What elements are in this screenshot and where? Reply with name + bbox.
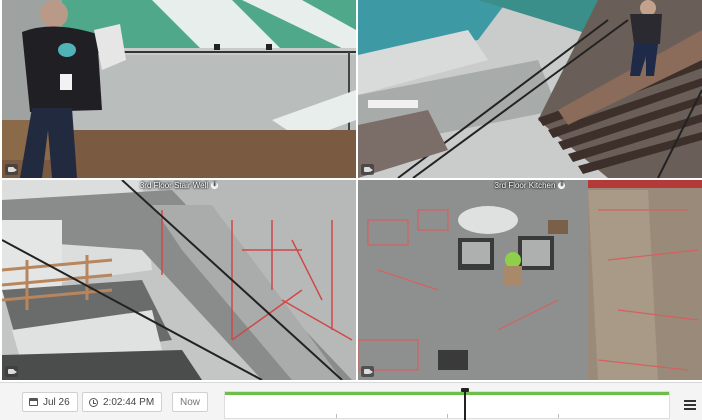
now-button[interactable]: Now bbox=[172, 392, 208, 412]
timeline-tick bbox=[447, 414, 448, 418]
camera-name: 3rd Floor Stair Well bbox=[139, 181, 209, 190]
time-picker-button[interactable]: 2:02:44 PM bbox=[82, 392, 162, 412]
camera-icon[interactable] bbox=[5, 366, 18, 377]
camera-tile-2[interactable] bbox=[358, 0, 702, 178]
recorded-segment bbox=[225, 392, 669, 395]
camera-tile-3[interactable]: 3rd Floor Stair Well i bbox=[2, 180, 356, 380]
camera-label-3: 3rd Floor Stair Well i bbox=[2, 181, 356, 190]
calendar-icon bbox=[29, 398, 38, 407]
timeline-tick bbox=[558, 414, 559, 418]
camera-label-4: 3rd Floor Kitchen i bbox=[358, 181, 702, 190]
video-wall-app: 3rd Floor Stair Well i 3rd Floor Kitchen… bbox=[0, 0, 702, 420]
time-label: 2:02:44 PM bbox=[103, 397, 155, 408]
info-icon[interactable]: i bbox=[558, 182, 566, 190]
camera-feed-4 bbox=[358, 180, 702, 380]
date-picker-button[interactable]: Jul 26 bbox=[22, 392, 78, 412]
timeline-track[interactable] bbox=[224, 388, 670, 420]
camera-grid: 3rd Floor Stair Well i 3rd Floor Kitchen… bbox=[0, 0, 702, 382]
camera-icon[interactable] bbox=[5, 164, 18, 175]
camera-feed-2 bbox=[358, 0, 702, 178]
timeline-tick bbox=[336, 414, 337, 418]
camera-name: 3rd Floor Kitchen bbox=[494, 181, 556, 190]
clock-icon bbox=[89, 397, 98, 407]
camera-icon[interactable] bbox=[361, 366, 374, 377]
camera-feed-1 bbox=[2, 0, 356, 178]
camera-icon[interactable] bbox=[361, 164, 374, 175]
playback-timeline-bar: Jul 26 2:02:44 PM Now bbox=[0, 382, 702, 420]
date-label: Jul 26 bbox=[43, 397, 70, 408]
camera-tile-1[interactable] bbox=[2, 0, 356, 178]
camera-tile-4[interactable]: 3rd Floor Kitchen i bbox=[358, 180, 702, 380]
camera-feed-3 bbox=[2, 180, 356, 380]
info-icon[interactable]: i bbox=[211, 182, 219, 190]
expand-icon[interactable] bbox=[682, 397, 698, 413]
timeline-playhead[interactable] bbox=[460, 388, 469, 420]
